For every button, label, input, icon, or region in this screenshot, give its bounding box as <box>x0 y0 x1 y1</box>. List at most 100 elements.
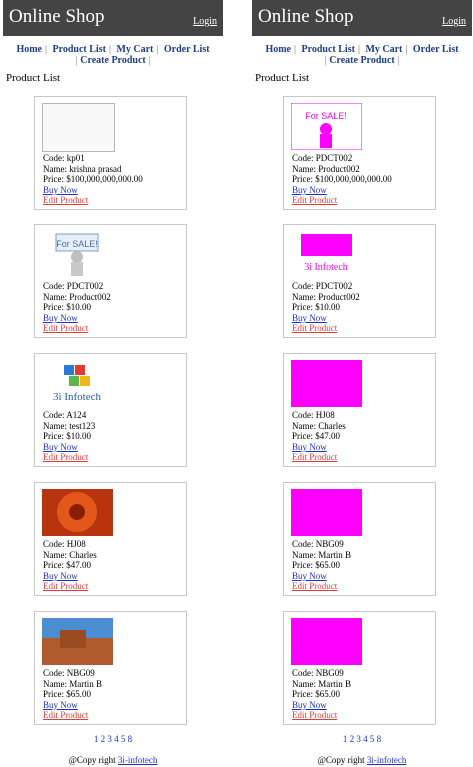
nav-product-list[interactable]: Product List <box>53 44 106 55</box>
nav-my-cart[interactable]: My Cart <box>365 44 402 55</box>
product-price: Price: $65.00 <box>292 560 340 570</box>
product-price: Price: $10.00 <box>43 431 91 441</box>
buy-now-link[interactable]: Buy Now <box>43 700 102 711</box>
svg-text:3i Infotech: 3i Infotech <box>304 262 348 273</box>
copyright-text: @Copy right <box>68 755 116 765</box>
product-code: Code: A124 <box>43 410 87 420</box>
copyright-link[interactable]: 3i-infotech <box>367 755 407 765</box>
product-card: Code: NBG09 Name: Martin B Price: $65.00… <box>34 611 187 725</box>
product-code: Code: NBG09 <box>292 539 344 549</box>
sale-figure-image: For SALE! <box>42 231 113 278</box>
product-name: Name: krishna prasad <box>43 163 122 174</box>
edit-product-link[interactable]: Edit Product <box>43 581 97 592</box>
edit-product-link[interactable]: Edit Product <box>43 452 95 463</box>
product-price: Price: $47.00 <box>292 431 340 441</box>
edit-product-link[interactable]: Edit Product <box>43 710 102 721</box>
buy-now-link[interactable]: Buy Now <box>292 442 346 453</box>
orange-flower-image <box>42 489 113 536</box>
edit-product-link[interactable]: Edit Product <box>292 323 360 334</box>
svg-text:3i Infotech: 3i Infotech <box>53 391 101 403</box>
product-card: Code: NBG09 Name: Martin B Price: $65.00… <box>283 482 436 596</box>
edit-product-link[interactable]: Edit Product <box>43 195 143 206</box>
product-code: Code: NBG09 <box>43 668 95 678</box>
product-name: Name: test123 <box>43 420 96 431</box>
app-title: Online Shop <box>9 6 105 27</box>
header-bar: Online Shop Login <box>252 0 472 36</box>
product-card: Code: kp01 Name: krishna prasad Price: $… <box>34 96 187 210</box>
product-code: Code: PDCT002 <box>292 153 353 163</box>
main-nav: Home | Product List | My Cart | Order List … <box>16 44 210 66</box>
product-name: Name: Martin B <box>292 549 351 560</box>
product-code: Code: HJ08 <box>43 539 86 549</box>
buy-now-link[interactable]: Buy Now <box>292 571 351 582</box>
buy-now-link[interactable]: Buy Now <box>43 185 143 196</box>
product-card: For SALE! Code: PDCT002 Name: Product002… <box>283 96 436 210</box>
product-code: Code: HJ08 <box>292 410 335 420</box>
magenta-placeholder-image <box>291 618 362 665</box>
buy-now-link[interactable]: Buy Now <box>43 313 111 324</box>
copyright-link[interactable]: 3i-infotech <box>118 755 158 765</box>
product-card: Code: HJ08 Name: Charles Price: $47.00 B… <box>283 353 436 467</box>
product-price: Price: $65.00 <box>292 689 340 699</box>
edit-product-link[interactable]: Edit Product <box>292 581 351 592</box>
buy-now-link[interactable]: Buy Now <box>292 700 351 711</box>
product-price: Price: $65.00 <box>43 689 91 699</box>
edit-product-link[interactable]: Edit Product <box>292 195 392 206</box>
main-nav: Home | Product List | My Cart | Order List … <box>265 44 459 66</box>
buy-now-link[interactable]: Buy Now <box>43 442 95 453</box>
3i-infotech-magenta-logo: 3i Infotech <box>291 231 362 278</box>
buy-now-link[interactable]: Buy Now <box>292 185 392 196</box>
product-name: Name: Martin B <box>292 678 351 689</box>
product-card: 3i Infotech Code: A124 Name: test123 Pri… <box>34 353 187 467</box>
product-price: Price: $10.00 <box>292 302 340 312</box>
sale-figure-magenta-image: For SALE! <box>290 102 363 151</box>
page-title: Product List <box>255 72 310 84</box>
pagination[interactable]: 1 2 3 4 5 8 <box>3 734 223 744</box>
product-name: Name: Martin B <box>43 678 102 689</box>
pagination[interactable]: 1 2 3 4 5 8 <box>252 734 472 744</box>
nav-product-list[interactable]: Product List <box>302 44 355 55</box>
product-price: Price: $100,000,000,000.00 <box>43 174 143 184</box>
product-code: Code: PDCT002 <box>43 281 104 291</box>
nav-my-cart[interactable]: My Cart <box>116 44 153 55</box>
product-name: Name: Product002 <box>292 163 360 174</box>
product-price: Price: $10.00 <box>43 302 91 312</box>
nav-order-list[interactable]: Order List <box>164 44 210 55</box>
edit-product-link[interactable]: Edit Product <box>292 710 351 721</box>
app-title: Online Shop <box>258 6 354 27</box>
3i-infotech-logo: 3i Infotech <box>42 360 113 407</box>
login-link[interactable]: Login <box>442 16 466 27</box>
product-code: Code: PDCT002 <box>292 281 353 291</box>
footer: @Copy right 3i-infotech <box>3 755 223 765</box>
left-panel: Online Shop Login Home | Product List | My… <box>3 0 223 767</box>
product-card: Code: HJ08 Name: Charles Price: $47.00 B… <box>34 482 187 596</box>
right-panel: Online Shop Login Home | Product List | My… <box>252 0 472 767</box>
copyright-text: @Copy right <box>317 755 365 765</box>
buy-now-link[interactable]: Buy Now <box>43 571 97 582</box>
svg-text:For SALE!: For SALE! <box>305 111 347 121</box>
nav-create-product[interactable]: Create Product <box>80 55 145 66</box>
nav-home[interactable]: Home <box>16 44 42 55</box>
product-card: Code: NBG09 Name: Martin B Price: $65.00… <box>283 611 436 725</box>
svg-text:For SALE!: For SALE! <box>56 239 98 249</box>
product-name: Name: Product002 <box>43 291 111 302</box>
product-name: Name: Product002 <box>292 291 360 302</box>
buy-now-link[interactable]: Buy Now <box>292 313 360 324</box>
magenta-placeholder-image <box>291 489 362 536</box>
product-name: Name: Charles <box>43 549 97 560</box>
magenta-placeholder-image <box>291 360 362 407</box>
edit-product-link[interactable]: Edit Product <box>292 452 346 463</box>
product-card: For SALE! Code: PDCT002 Name: Product002… <box>34 224 187 338</box>
nav-create-product[interactable]: Create Product <box>329 55 394 66</box>
desert-landscape-image <box>42 618 113 665</box>
nav-home[interactable]: Home <box>265 44 291 55</box>
product-price: Price: $100,000,000,000.00 <box>292 174 392 184</box>
broken-image-icon <box>42 103 115 152</box>
product-name: Name: Charles <box>292 420 346 431</box>
login-link[interactable]: Login <box>193 16 217 27</box>
nav-order-list[interactable]: Order List <box>413 44 459 55</box>
edit-product-link[interactable]: Edit Product <box>43 323 111 334</box>
product-card: 3i Infotech Code: PDCT002 Name: Product0… <box>283 224 436 338</box>
product-code: Code: NBG09 <box>292 668 344 678</box>
product-code: Code: kp01 <box>43 153 85 163</box>
